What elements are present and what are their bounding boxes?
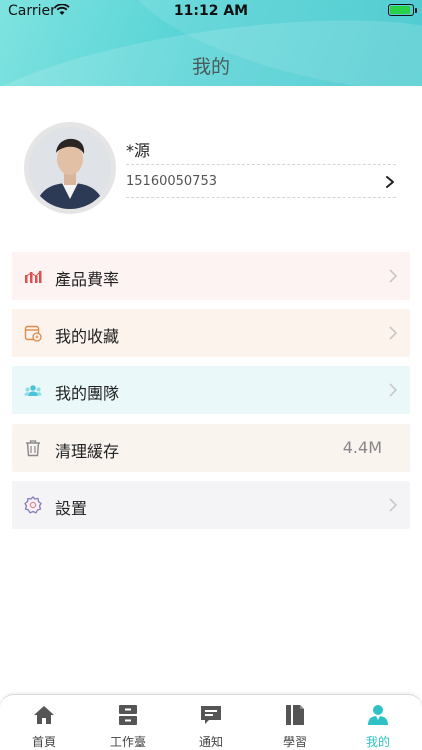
- menu-item-label: 我的團隊: [55, 384, 120, 403]
- user-phone: 15160050753: [126, 174, 217, 189]
- tab-learning[interactable]: 學習: [253, 695, 337, 750]
- trash-icon: [26, 440, 40, 457]
- tab-bar: 首頁 工作臺 通知 學習 我的: [0, 694, 422, 750]
- chevron-right-icon: [389, 326, 398, 340]
- wallet-icon: [24, 325, 42, 342]
- tab-label: 首頁: [31, 735, 56, 749]
- tab-workbench[interactable]: 工作臺: [86, 695, 170, 750]
- menu-item-label: 我的收藏: [55, 327, 120, 346]
- cache-size-value: 4.4M: [342, 438, 382, 457]
- avatar-portrait: [29, 127, 111, 209]
- status-bar: Carrier 11:12 AM: [0, 0, 422, 22]
- menu-item-label: 設置: [55, 499, 88, 518]
- chevron-right-icon: [389, 269, 398, 283]
- menu-item-label: 清理緩存: [55, 442, 120, 461]
- header-background: Carrier 11:12 AM 我的: [0, 0, 422, 86]
- avatar[interactable]: [24, 122, 116, 214]
- menu-item-product-rates[interactable]: 產品費率: [12, 252, 410, 300]
- settings-icon: [24, 496, 42, 514]
- menu-item-clear-cache[interactable]: 清理緩存 4.4M: [12, 424, 410, 472]
- tab-label: 通知: [198, 735, 223, 749]
- chevron-right-icon: [389, 383, 398, 397]
- tab-mine[interactable]: 我的: [336, 695, 420, 750]
- profile-card[interactable]: *源 15160050753: [0, 110, 422, 230]
- home-icon: [34, 706, 54, 724]
- menu-item-label: 產品費率: [55, 270, 120, 289]
- page-title: 我的: [191, 56, 230, 78]
- cabinet-icon: [119, 705, 137, 725]
- divider: [126, 164, 396, 165]
- menu-item-settings[interactable]: 設置: [12, 481, 410, 529]
- user-icon: [368, 705, 388, 725]
- bar-chart-icon: [24, 270, 42, 283]
- chevron-right-icon[interactable]: [383, 175, 397, 189]
- book-icon: [286, 705, 304, 725]
- message-icon: [201, 706, 221, 724]
- tab-home[interactable]: 首頁: [2, 695, 86, 750]
- tab-label: 工作臺: [109, 735, 146, 749]
- clock: 11:12 AM: [173, 3, 249, 19]
- menu-item-my-team[interactable]: 我的團隊: [12, 366, 410, 414]
- battery-icon: [388, 4, 417, 16]
- menu-item-my-favorites[interactable]: 我的收藏: [12, 309, 410, 357]
- tab-label: 學習: [282, 735, 307, 749]
- team-icon: [24, 385, 42, 396]
- divider: [126, 197, 396, 198]
- tab-notifications[interactable]: 通知: [169, 695, 253, 750]
- tab-label: 我的: [365, 735, 390, 749]
- user-name: *源: [126, 141, 151, 160]
- chevron-right-icon: [389, 498, 398, 512]
